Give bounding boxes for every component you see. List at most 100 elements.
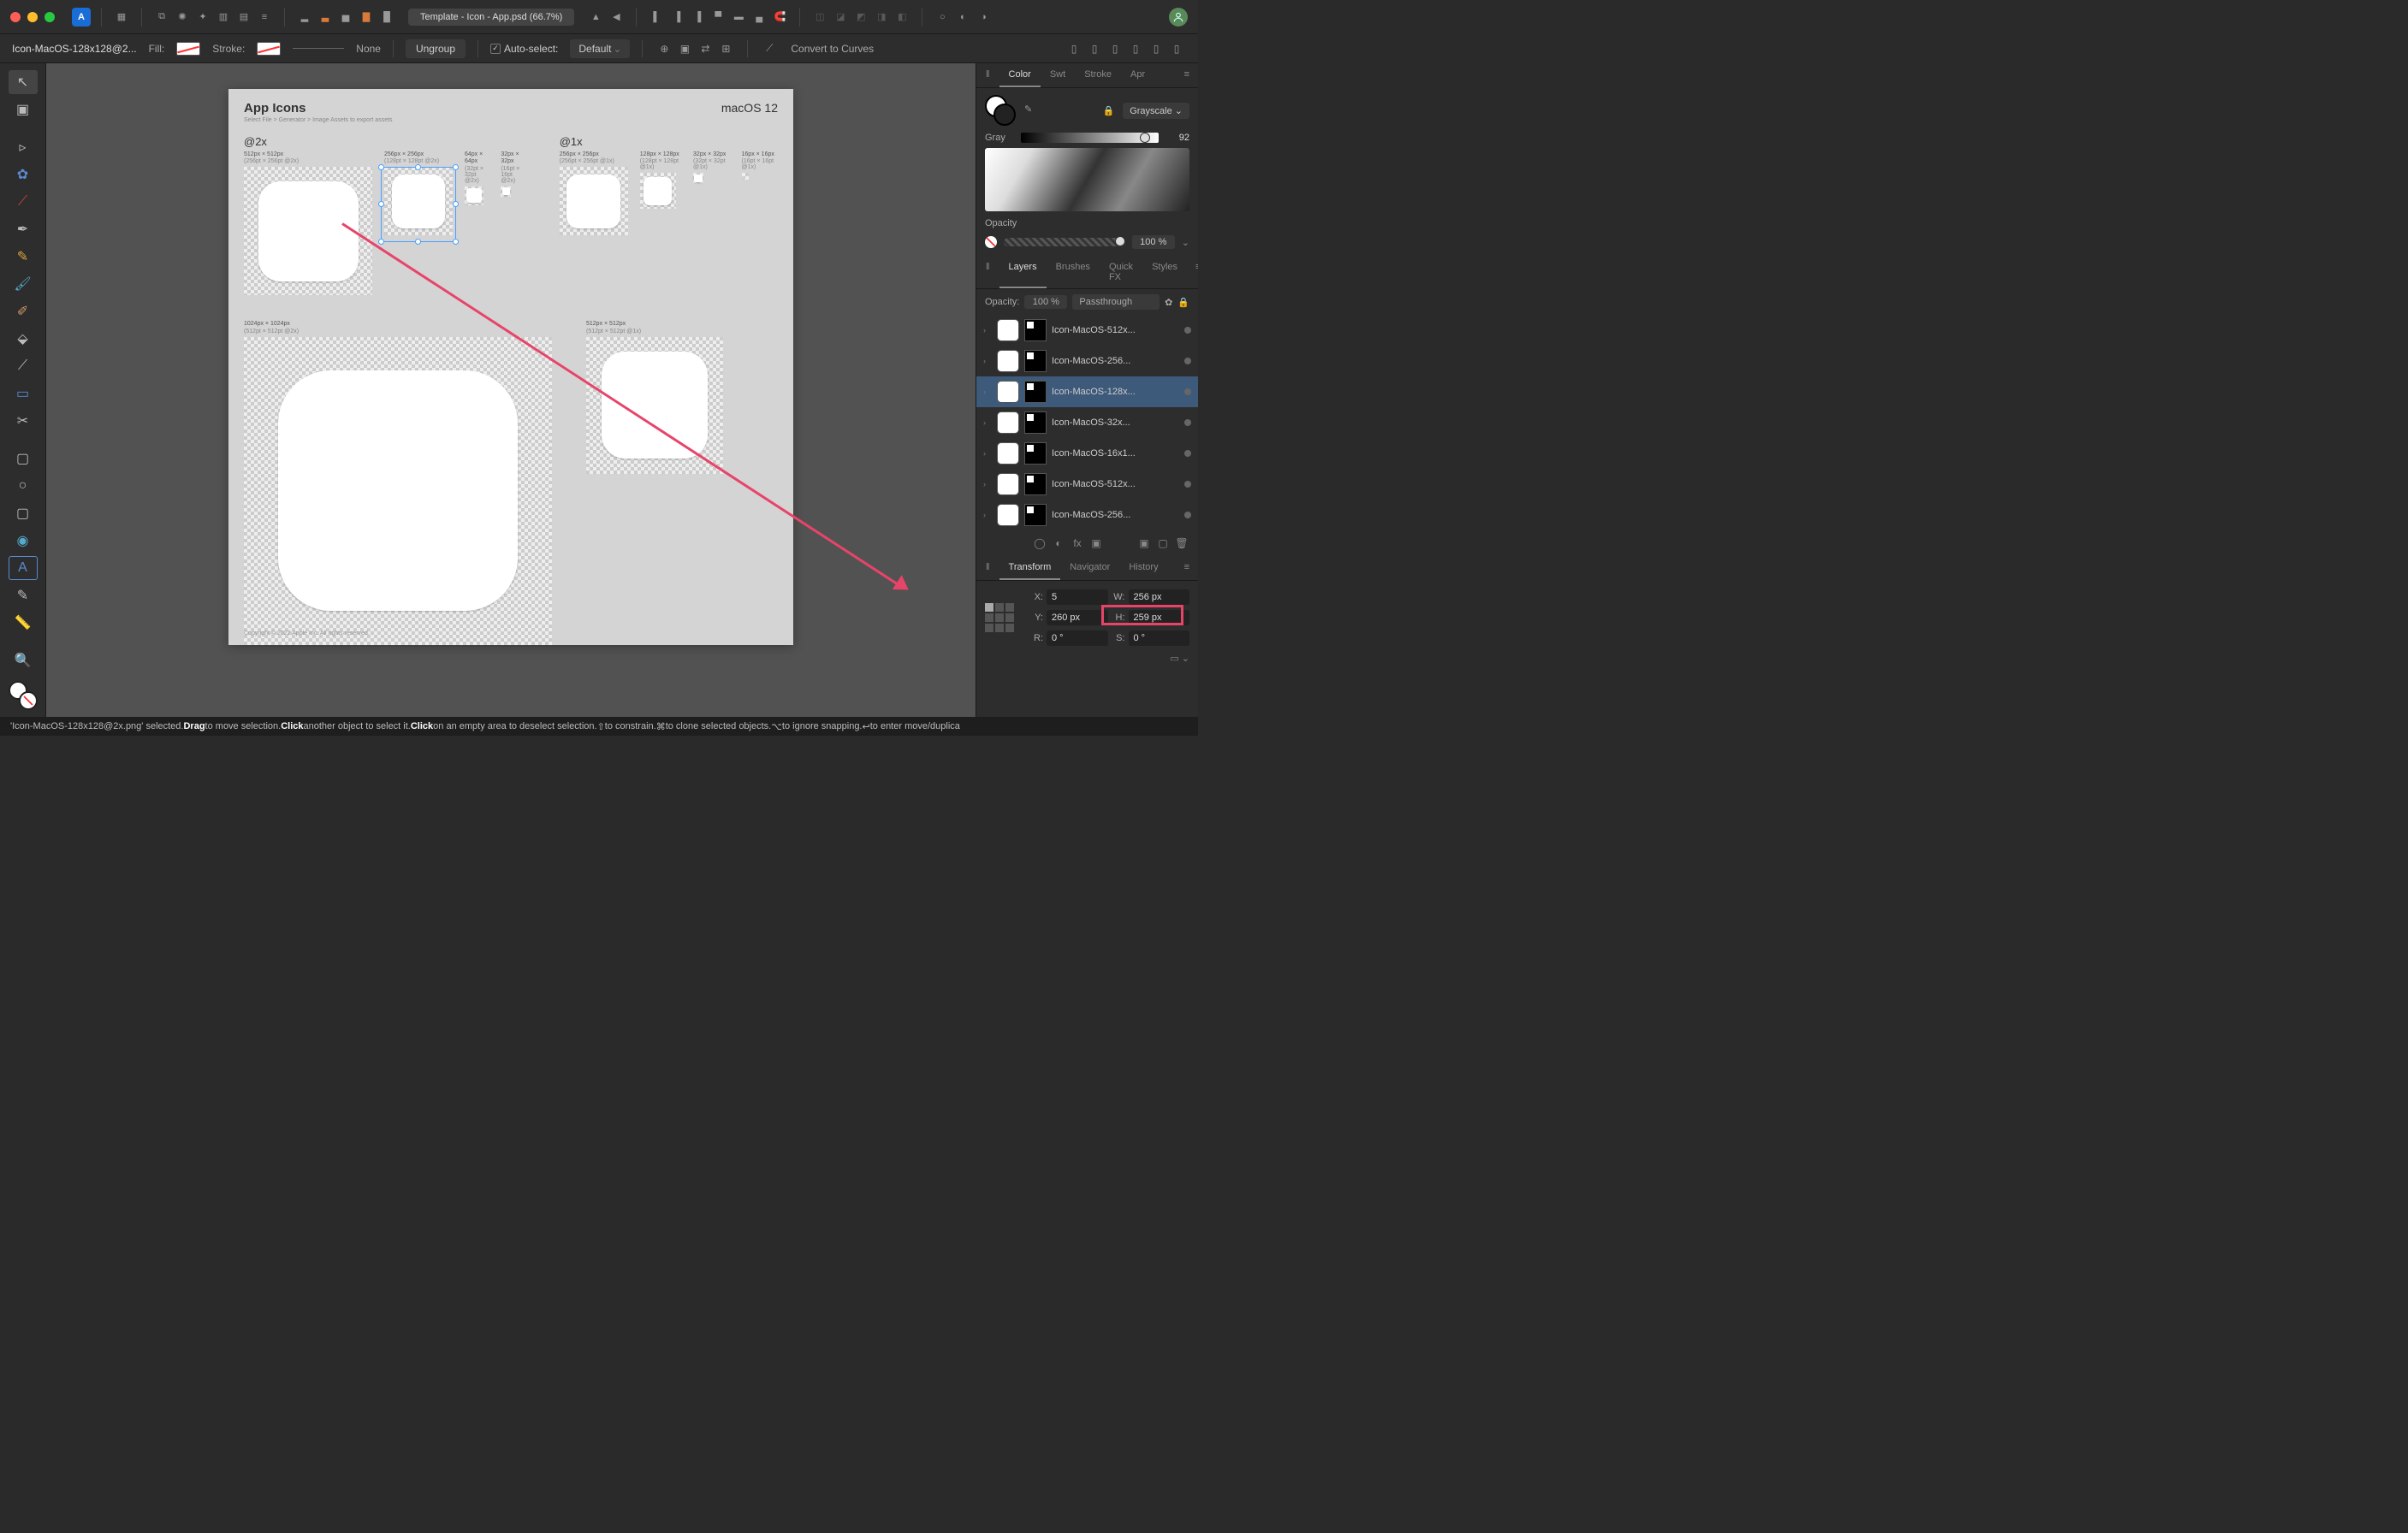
y-input[interactable]: 260 px xyxy=(1047,610,1108,625)
blend-mode-dropdown[interactable]: Passthrough xyxy=(1072,294,1160,310)
layer-row[interactable]: ›Icon-MacOS-32x... xyxy=(976,407,1198,438)
toolbar-insert-icon[interactable]: ○ xyxy=(933,8,952,27)
layer-visibility-dot[interactable] xyxy=(1184,327,1191,334)
toolbar-baseline-icon[interactable]: ≡ xyxy=(255,8,274,27)
layer-fx-icon[interactable]: fx xyxy=(1070,536,1085,551)
crop-tool[interactable]: ✂ xyxy=(9,409,38,433)
tab-appearance[interactable]: Apr xyxy=(1121,63,1154,87)
rectangle-tool[interactable]: ▢ xyxy=(9,447,38,471)
layer-row[interactable]: ›Icon-MacOS-256... xyxy=(976,500,1198,530)
layer-expand-icon[interactable]: › xyxy=(983,388,992,396)
transform-origin-icon[interactable]: ⊕ xyxy=(655,39,673,58)
toolbar-prefs-icon[interactable]: ✺ xyxy=(173,8,192,27)
layer-lock-icon[interactable]: 🔒 xyxy=(1177,297,1189,308)
layer-expand-icon[interactable]: › xyxy=(983,511,992,519)
ctx-align-3-icon[interactable]: ▯ xyxy=(1106,39,1124,58)
layer-expand-icon[interactable]: › xyxy=(983,480,992,488)
layer-settings-icon[interactable]: ✿ xyxy=(1165,297,1172,308)
toolbar-align-mid-icon[interactable]: ▬ xyxy=(729,8,748,27)
panel-handle-icon[interactable]: ‖ xyxy=(976,256,999,288)
shape-tool[interactable]: ◉ xyxy=(9,529,38,553)
fill-tool[interactable]: ⬙ xyxy=(9,327,38,351)
transform-more-icon[interactable]: ⌄ xyxy=(1182,654,1189,664)
gear-tool[interactable]: ✿ xyxy=(9,163,38,186)
layer-visibility-dot[interactable] xyxy=(1184,512,1191,518)
layer-visibility-dot[interactable] xyxy=(1184,388,1191,395)
x-input[interactable]: 5 xyxy=(1047,589,1108,605)
stroke-swatch[interactable] xyxy=(257,42,281,56)
transform-box-icon[interactable]: ▣ xyxy=(675,39,694,58)
toolbar-guides-icon[interactable]: ▤ xyxy=(234,8,253,27)
rounded-rect-tool[interactable]: ▢ xyxy=(9,501,38,525)
toolbar-bool-xor-icon[interactable]: ◨ xyxy=(872,8,891,27)
layer-visibility-dot[interactable] xyxy=(1184,450,1191,457)
gray-value[interactable]: 92 xyxy=(1165,133,1189,143)
artboard-32-2x[interactable] xyxy=(501,186,511,197)
artboard-128-1x[interactable] xyxy=(640,173,676,209)
tab-transform[interactable]: Transform xyxy=(999,556,1061,580)
w-input[interactable]: 256 px xyxy=(1129,589,1190,605)
artboard-256-1x[interactable] xyxy=(560,167,628,235)
layer-visibility-dot[interactable] xyxy=(1184,358,1191,364)
tab-stroke[interactable]: Stroke xyxy=(1075,63,1121,87)
s-input[interactable]: 0 ° xyxy=(1129,630,1190,646)
text-tool[interactable]: A xyxy=(9,556,38,580)
tab-quickfx[interactable]: Quick FX xyxy=(1100,256,1142,288)
minimize-button[interactable] xyxy=(27,12,38,22)
node-tool[interactable]: ▹ xyxy=(9,135,38,159)
layer-crop-icon[interactable]: ▣ xyxy=(1088,536,1104,551)
layer-row[interactable]: ›Icon-MacOS-512x... xyxy=(976,469,1198,500)
tab-layers[interactable]: Layers xyxy=(999,256,1047,288)
toolbar-arrange-front-icon[interactable]: ▇ xyxy=(357,8,376,27)
color-wells[interactable] xyxy=(9,681,38,710)
corner-tool[interactable]: ⟋ xyxy=(9,190,38,214)
transform-cycle-icon[interactable]: ⇄ xyxy=(696,39,715,58)
ungroup-button[interactable]: Ungroup xyxy=(406,39,466,58)
layer-visibility-dot[interactable] xyxy=(1184,419,1191,426)
document-tab[interactable]: Template - Icon - App.psd (66.7%) xyxy=(408,9,574,26)
layer-expand-icon[interactable]: › xyxy=(983,449,992,458)
layer-expand-icon[interactable]: › xyxy=(983,418,992,427)
maximize-button[interactable] xyxy=(44,12,55,22)
layer-expand-icon[interactable]: › xyxy=(983,357,992,365)
marquee-tool[interactable]: ▣ xyxy=(9,98,38,121)
transform-link-icon[interactable]: ▭ xyxy=(1170,654,1178,664)
r-input[interactable]: 0 ° xyxy=(1047,630,1108,646)
toolbar-align-top-icon[interactable]: ▀ xyxy=(709,8,727,27)
tab-color[interactable]: Color xyxy=(999,63,1041,87)
opacity-slider[interactable] xyxy=(1004,238,1125,246)
toolbar-arrange-backone-icon[interactable]: ▃ xyxy=(316,8,335,27)
layer-row[interactable]: ›Icon-MacOS-512x... xyxy=(976,315,1198,346)
ellipse-tool[interactable]: ○ xyxy=(9,474,38,498)
pencil-tool[interactable]: ✎ xyxy=(9,245,38,269)
autoselect-toggle[interactable]: ✓ Auto-select: xyxy=(490,43,558,55)
lock-icon[interactable]: 🔒 xyxy=(1102,105,1114,116)
ctx-align-2-icon[interactable]: ▯ xyxy=(1085,39,1104,58)
panel-handle-icon[interactable]: ‖ xyxy=(976,556,999,580)
gray-slider[interactable] xyxy=(1021,133,1159,143)
layer-expand-icon[interactable]: › xyxy=(983,326,992,334)
toolbar-assets-icon[interactable]: ⧉ xyxy=(152,8,171,27)
pen-tool[interactable]: ✒ xyxy=(9,217,38,241)
toolbar-arrange-fwdone-icon[interactable]: ▅ xyxy=(336,8,355,27)
toolbar-align-left-icon[interactable]: ▌ xyxy=(647,8,666,27)
artboard-32-1x[interactable] xyxy=(693,173,703,183)
fill-swatch[interactable] xyxy=(176,42,200,56)
brush-tool[interactable]: 🖌 xyxy=(9,272,38,296)
toolbar-snap-icon[interactable]: ✦ xyxy=(193,8,212,27)
toolbar-flipv-icon[interactable]: ◀ xyxy=(607,8,626,27)
transform-panel-menu-icon[interactable]: ≡ xyxy=(1176,556,1198,580)
opacity-none-icon[interactable] xyxy=(985,236,997,248)
toolbar-arrange-top-icon[interactable]: █ xyxy=(377,8,396,27)
place-image-tool[interactable]: ▭ xyxy=(9,382,38,405)
toolbar-align-right-icon[interactable]: ▐ xyxy=(688,8,707,27)
toolbar-insert2-icon[interactable]: ◐ xyxy=(953,8,972,27)
eyedropper-icon[interactable]: ✎ xyxy=(1024,104,1038,117)
layer-opacity-value[interactable]: 100 % xyxy=(1024,295,1067,309)
artboard-1024-2x[interactable] xyxy=(244,337,552,645)
tab-styles[interactable]: Styles xyxy=(1142,256,1187,288)
layer-adjust-icon[interactable]: ◐ xyxy=(1051,536,1066,551)
color-well-stack[interactable] xyxy=(985,95,1016,126)
tab-history[interactable]: History xyxy=(1119,556,1167,580)
autoselect-mode-dropdown[interactable]: Default ⌄ xyxy=(570,39,630,58)
